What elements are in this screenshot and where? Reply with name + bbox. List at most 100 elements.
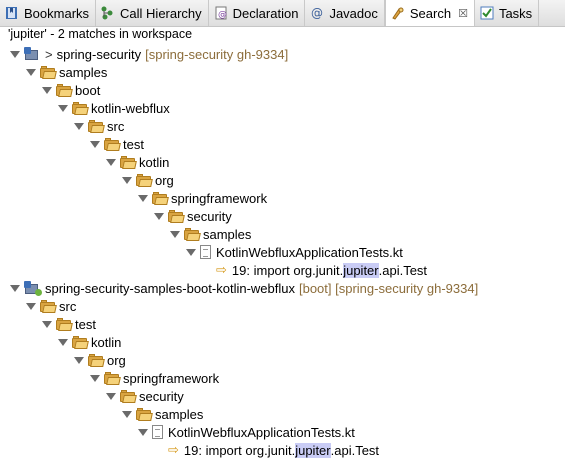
folder-icon [104,137,121,151]
tree-folder-row[interactable]: test [90,135,144,153]
boot-project-icon [24,280,42,296]
folder-name: src [59,298,77,314]
expand-twisty[interactable] [186,248,196,256]
tree-folder-row[interactable]: boot [42,81,100,99]
match-highlight: jupiter [343,262,379,278]
tree-match-row[interactable]: ⇨ 19: import org.junit. jupiter .api.Test [216,261,427,279]
expand-twisty[interactable] [154,212,164,220]
folder-name: org [107,352,126,368]
kotlin-file-icon [152,425,163,439]
folder-name: springframework [123,370,220,386]
folder-icon [120,155,137,169]
tab-label: Tasks [498,5,533,21]
tab-declaration[interactable]: @ Declaration [209,0,306,26]
dirty-marker: > [45,46,53,62]
tab-label: Search [409,5,452,21]
tree-folder-row[interactable]: kotlin-webflux [58,99,170,117]
tab-label: Javadoc [329,5,378,21]
match-text-after: .api.Test [330,442,380,458]
tab-tasks[interactable]: Tasks [475,0,540,26]
tree-folder-row[interactable]: samples [170,225,251,243]
bookmarks-icon [5,6,19,20]
search-status: 'jupiter' - 2 matches in workspace [8,27,193,41]
javadoc-icon: @ [310,6,324,20]
folder-name: src [107,118,125,134]
tree-folder-row[interactable]: kotlin [106,153,169,171]
tab-search[interactable]: Search ☒ [384,0,475,26]
folder-icon [88,119,105,133]
expand-twisty[interactable] [106,392,116,400]
declaration-icon: @ [214,6,228,20]
expand-twisty[interactable] [74,356,84,364]
tree-file-row[interactable]: KotlinWebfluxApplicationTests.kt [186,243,403,261]
tree-file-row[interactable]: KotlinWebfluxApplicationTests.kt [138,423,355,441]
folder-icon [184,227,201,241]
tree-folder-row[interactable]: src [74,117,124,135]
folder-icon [136,173,153,187]
project-decoration: [spring-security gh-9334] [145,46,289,62]
tree-folder-row[interactable]: springframework [90,369,219,387]
tree-folder-row[interactable]: kotlin [58,333,121,351]
expand-twisty[interactable] [122,410,132,418]
expand-twisty[interactable] [138,428,148,436]
expand-twisty[interactable] [26,68,36,76]
tasks-icon [480,6,494,20]
tree-folder-row[interactable]: samples [26,63,107,81]
expand-twisty[interactable] [10,284,20,292]
match-highlight: jupiter [295,442,331,458]
tab-bookmarks[interactable]: Bookmarks [0,0,97,26]
folder-name: security [187,208,232,224]
tree-folder-row[interactable]: security [154,207,232,225]
tab-label: Bookmarks [24,5,90,21]
file-name: KotlinWebfluxApplicationTests.kt [168,424,355,440]
expand-twisty[interactable] [10,50,20,58]
match-text-before: import org.junit. [205,442,296,458]
tree-folder-row[interactable]: src [26,297,76,315]
project-decoration: [boot] [spring-security gh-9334] [298,280,479,296]
tree-folder-row[interactable]: samples [122,405,203,423]
view-tab-bar: Bookmarks Call Hierarchy @ Declaration @… [0,0,565,27]
expand-twisty[interactable] [170,230,180,238]
svg-text:@: @ [218,10,227,20]
folder-name: test [75,316,96,332]
folder-name: boot [75,82,101,98]
tab-javadoc[interactable]: @ Javadoc [305,0,385,26]
tab-label: Declaration [232,5,299,21]
expand-twisty[interactable] [106,158,116,166]
tree-folder-row[interactable]: org [74,351,126,369]
tree-folder-row[interactable]: springframework [138,189,267,207]
close-icon[interactable]: ☒ [458,7,468,20]
expand-twisty[interactable] [90,374,100,382]
folder-name: org [155,172,174,188]
folder-name: security [139,388,184,404]
folder-name: samples [203,226,252,242]
expand-twisty[interactable] [26,302,36,310]
tab-call-hierarchy[interactable]: Call Hierarchy [96,0,209,26]
tree-project-row[interactable]: spring-security-samples-boot-kotlin-webf… [10,279,478,297]
tree-match-row[interactable]: ⇨ 19: import org.junit. jupiter .api.Test [168,441,379,459]
expand-twisty[interactable] [42,320,52,328]
match-arrow-icon: ⇨ [216,262,227,277]
expand-twisty[interactable] [58,338,68,346]
tree-folder-row[interactable]: org [122,171,174,189]
expand-twisty[interactable] [58,104,68,112]
match-text-before: import org.junit. [253,262,344,278]
folder-icon [40,65,57,79]
folder-icon [168,209,185,223]
tree-folder-row[interactable]: security [106,387,184,405]
match-line-number: 19: [231,262,250,278]
expand-twisty[interactable] [90,140,100,148]
tab-label: Call Hierarchy [120,5,202,21]
tree-project-row[interactable]: > spring-security [spring-security gh-93… [10,45,288,63]
expand-twisty[interactable] [74,122,84,130]
tree-folder-row[interactable]: test [42,315,96,333]
folder-name: kotlin [139,154,170,170]
match-arrow-icon: ⇨ [168,442,179,457]
expand-twisty[interactable] [122,176,132,184]
search-icon [391,6,405,20]
folder-name: kotlin [91,334,122,350]
expand-twisty[interactable] [138,194,148,202]
folder-icon [88,353,105,367]
folder-name: springframework [171,190,268,206]
expand-twisty[interactable] [42,86,52,94]
